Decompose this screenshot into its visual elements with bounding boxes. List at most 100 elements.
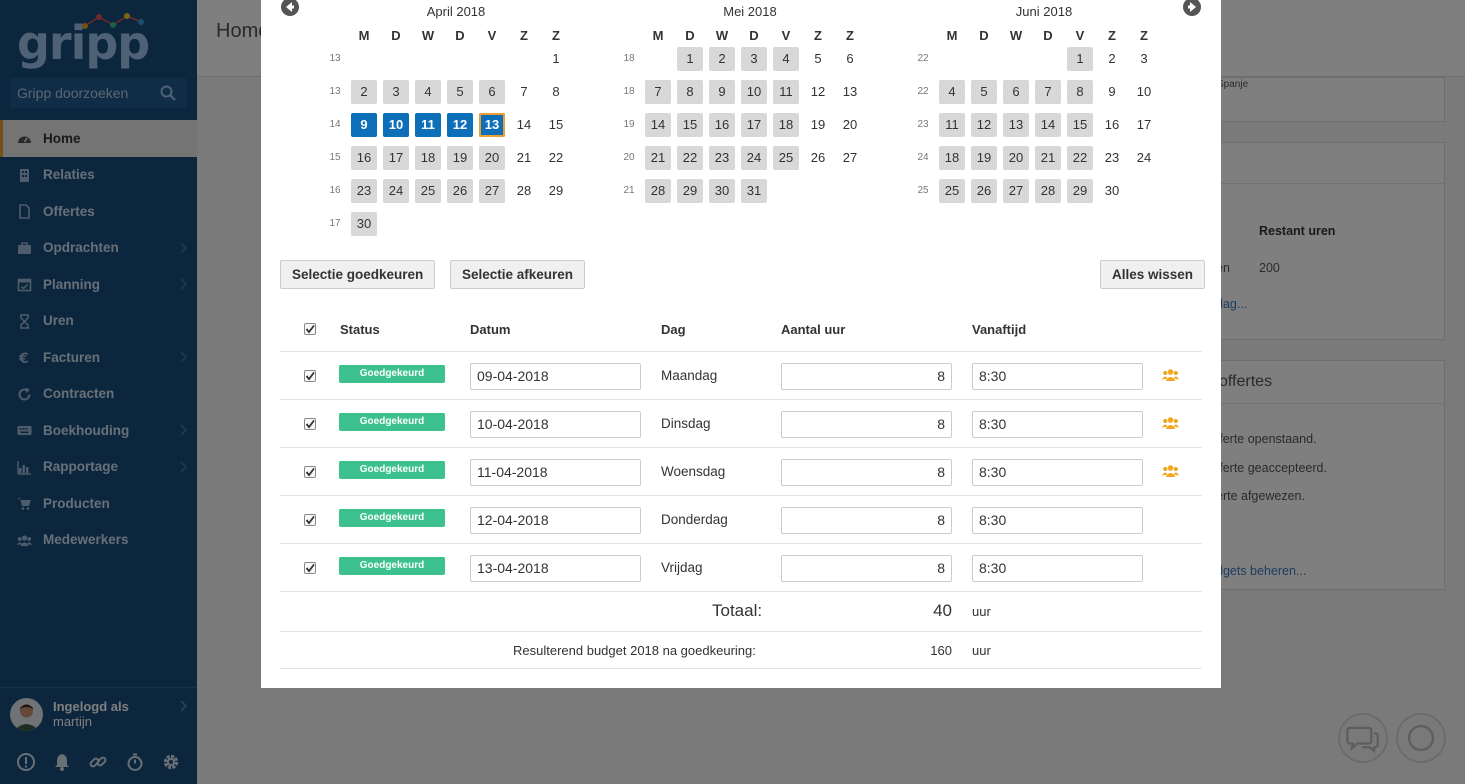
date-input[interactable]: 11-04-2018 — [470, 459, 641, 486]
hours-input[interactable]: 8 — [781, 507, 952, 534]
calendar-day[interactable]: 27 — [837, 146, 863, 170]
calendar-day[interactable]: 10 — [1131, 80, 1157, 104]
date-input[interactable]: 09-04-2018 — [470, 363, 641, 390]
calendar-day[interactable]: 13 — [479, 113, 505, 137]
calendar-day[interactable]: 6 — [837, 47, 863, 71]
calendar-day[interactable]: 8 — [677, 80, 703, 104]
calendar-day[interactable]: 15 — [543, 113, 569, 137]
calendar-day[interactable]: 19 — [805, 113, 831, 137]
calendar-day[interactable]: 22 — [543, 146, 569, 170]
row-checkbox[interactable] — [304, 370, 316, 382]
calendar-day[interactable]: 11 — [939, 113, 965, 137]
approve-selection-button[interactable]: Selectie goedkeuren — [280, 260, 436, 289]
calendar-day[interactable]: 24 — [383, 179, 409, 203]
calendar-day[interactable]: 13 — [1003, 113, 1029, 137]
calendar-day[interactable]: 6 — [1003, 80, 1029, 104]
calendar-day[interactable]: 13 — [837, 80, 863, 104]
calendar-day[interactable]: 9 — [351, 113, 377, 137]
calendar-day[interactable]: 15 — [677, 113, 703, 137]
calendar-day[interactable]: 21 — [1035, 146, 1061, 170]
calendar-day[interactable]: 4 — [939, 80, 965, 104]
calendar-day[interactable]: 26 — [447, 179, 473, 203]
calendar-day[interactable]: 15 — [1067, 113, 1093, 137]
users-icon[interactable] — [1162, 464, 1179, 478]
calendar-day[interactable]: 27 — [479, 179, 505, 203]
calendar-day[interactable]: 25 — [415, 179, 441, 203]
calendar-day[interactable]: 23 — [351, 179, 377, 203]
calendar-day[interactable]: 12 — [971, 113, 997, 137]
calendar-day[interactable]: 16 — [351, 146, 377, 170]
calendar-day[interactable]: 25 — [773, 146, 799, 170]
calendar-day[interactable]: 28 — [511, 179, 537, 203]
calendar-day[interactable]: 21 — [511, 146, 537, 170]
next-month-arrow-icon[interactable] — [1182, 0, 1202, 17]
calendar-day[interactable]: 28 — [1035, 179, 1061, 203]
calendar-day[interactable]: 11 — [773, 80, 799, 104]
row-checkbox[interactable] — [304, 514, 316, 526]
calendar-day[interactable]: 18 — [773, 113, 799, 137]
from-time-input[interactable]: 8:30 — [972, 411, 1143, 438]
calendar-day[interactable]: 4 — [415, 80, 441, 104]
calendar-day[interactable]: 6 — [479, 80, 505, 104]
row-checkbox[interactable] — [304, 562, 316, 574]
calendar-day[interactable]: 20 — [837, 113, 863, 137]
calendar-day[interactable]: 30 — [709, 179, 735, 203]
date-input[interactable]: 10-04-2018 — [470, 411, 641, 438]
calendar-day[interactable]: 8 — [1067, 80, 1093, 104]
users-icon[interactable] — [1162, 416, 1179, 430]
calendar-day[interactable]: 4 — [773, 47, 799, 71]
calendar-day[interactable]: 7 — [1035, 80, 1061, 104]
calendar-day[interactable]: 18 — [939, 146, 965, 170]
calendar-day[interactable]: 14 — [511, 113, 537, 137]
calendar-day[interactable]: 2 — [709, 47, 735, 71]
calendar-day[interactable]: 24 — [1131, 146, 1157, 170]
calendar-day[interactable]: 28 — [645, 179, 671, 203]
calendar-day[interactable]: 17 — [741, 113, 767, 137]
select-all-checkbox[interactable] — [304, 323, 316, 335]
calendar-day[interactable]: 26 — [971, 179, 997, 203]
calendar-day[interactable]: 27 — [1003, 179, 1029, 203]
calendar-day[interactable]: 2 — [351, 80, 377, 104]
calendar-day[interactable]: 5 — [971, 80, 997, 104]
prev-month-arrow-icon[interactable] — [280, 0, 300, 17]
calendar-day[interactable]: 7 — [511, 80, 537, 104]
calendar-day[interactable]: 26 — [805, 146, 831, 170]
calendar-day[interactable]: 29 — [677, 179, 703, 203]
calendar-day[interactable]: 3 — [741, 47, 767, 71]
users-icon[interactable] — [1162, 368, 1179, 382]
hours-input[interactable]: 8 — [781, 555, 952, 582]
calendar-day[interactable]: 19 — [971, 146, 997, 170]
calendar-day[interactable]: 14 — [645, 113, 671, 137]
calendar-day[interactable]: 23 — [1099, 146, 1125, 170]
date-input[interactable]: 12-04-2018 — [470, 507, 641, 534]
from-time-input[interactable]: 8:30 — [972, 363, 1143, 390]
calendar-day[interactable]: 17 — [1131, 113, 1157, 137]
date-input[interactable]: 13-04-2018 — [470, 555, 641, 582]
calendar-day[interactable]: 3 — [383, 80, 409, 104]
calendar-day[interactable]: 10 — [741, 80, 767, 104]
calendar-day[interactable]: 1 — [677, 47, 703, 71]
calendar-day[interactable]: 20 — [479, 146, 505, 170]
calendar-day[interactable]: 3 — [1131, 47, 1157, 71]
calendar-day[interactable]: 23 — [709, 146, 735, 170]
calendar-day[interactable]: 1 — [543, 47, 569, 71]
calendar-day[interactable]: 9 — [1099, 80, 1125, 104]
calendar-day[interactable]: 20 — [1003, 146, 1029, 170]
calendar-day[interactable]: 22 — [677, 146, 703, 170]
calendar-day[interactable]: 19 — [447, 146, 473, 170]
row-checkbox[interactable] — [304, 466, 316, 478]
calendar-day[interactable]: 29 — [543, 179, 569, 203]
hours-input[interactable]: 8 — [781, 459, 952, 486]
calendar-day[interactable]: 16 — [709, 113, 735, 137]
calendar-day[interactable]: 22 — [1067, 146, 1093, 170]
calendar-day[interactable]: 5 — [805, 47, 831, 71]
calendar-day[interactable]: 30 — [1099, 179, 1125, 203]
hours-input[interactable]: 8 — [781, 411, 952, 438]
calendar-day[interactable]: 30 — [351, 212, 377, 236]
calendar-day[interactable]: 14 — [1035, 113, 1061, 137]
calendar-day[interactable]: 12 — [805, 80, 831, 104]
calendar-day[interactable]: 29 — [1067, 179, 1093, 203]
from-time-input[interactable]: 8:30 — [972, 555, 1143, 582]
calendar-day[interactable]: 11 — [415, 113, 441, 137]
calendar-day[interactable]: 2 — [1099, 47, 1125, 71]
